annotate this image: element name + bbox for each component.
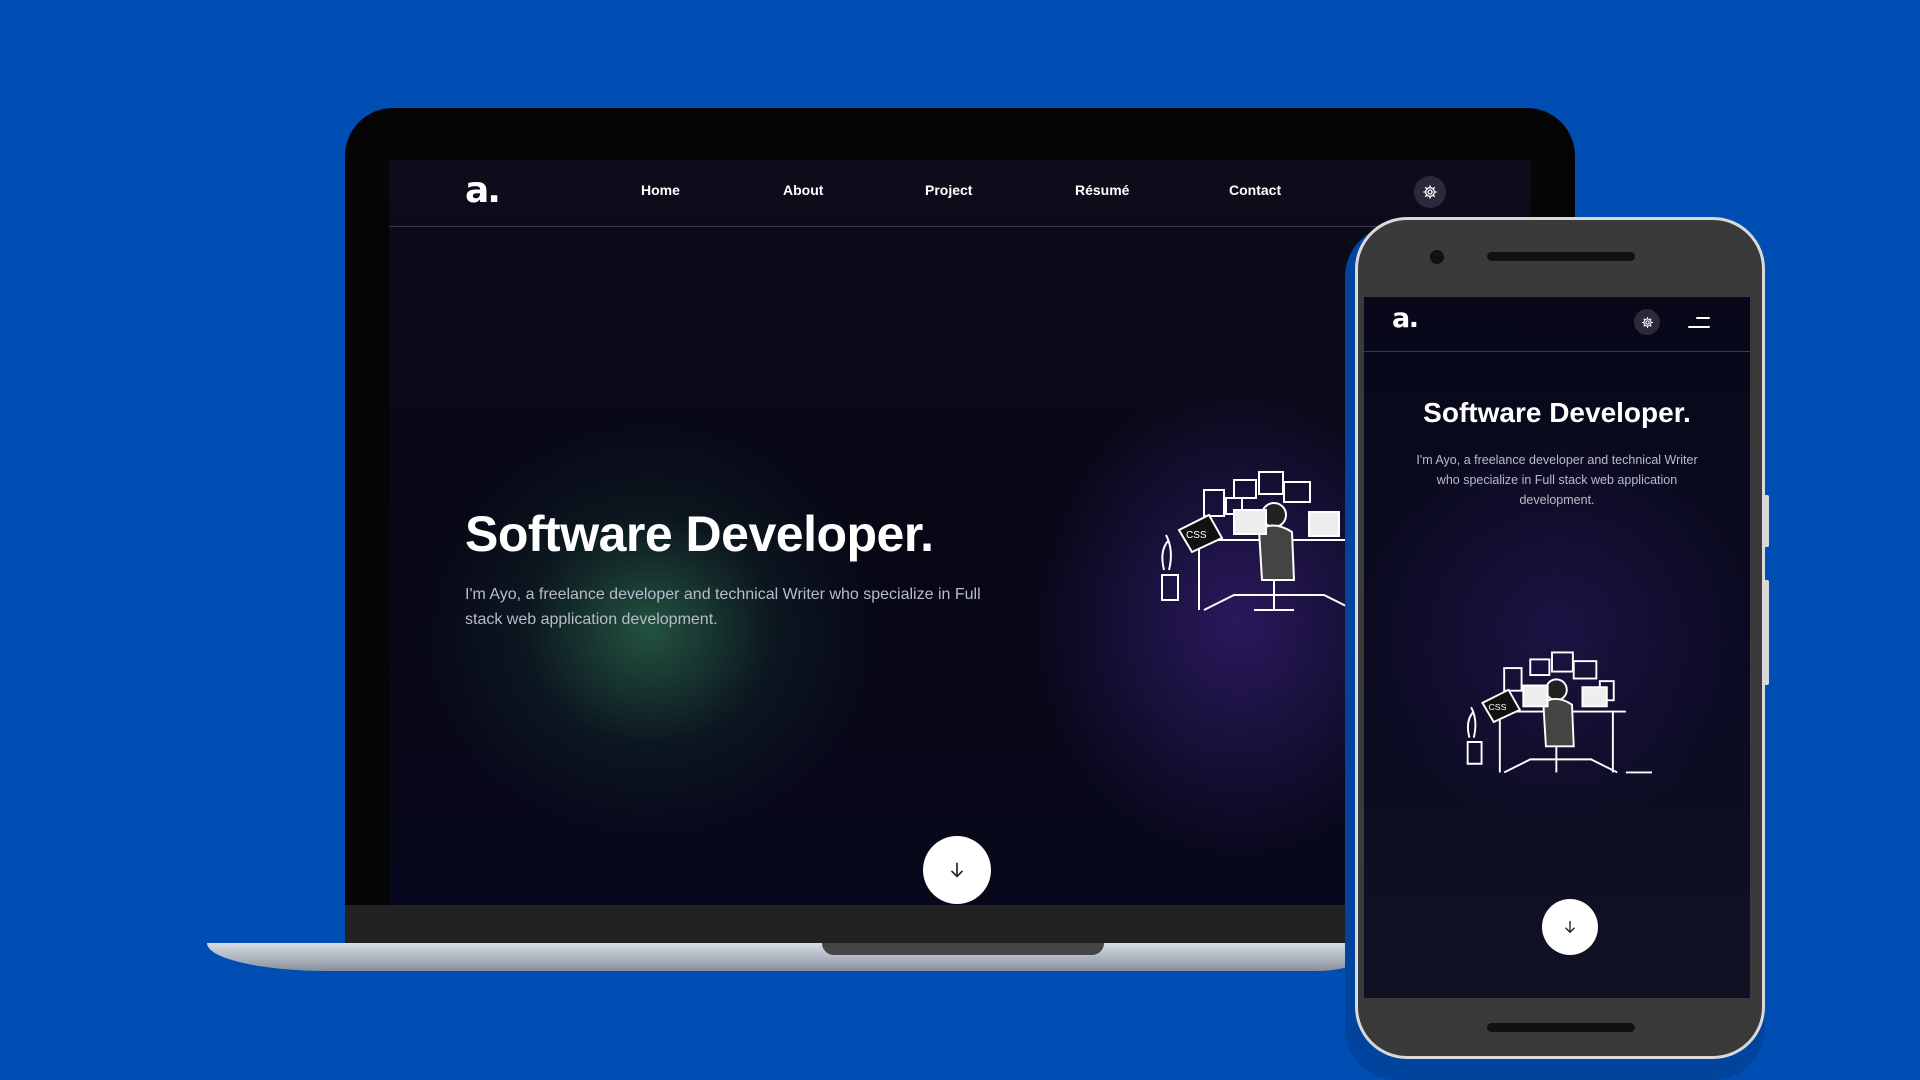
svg-text:CSS: CSS xyxy=(1489,702,1507,712)
arrow-down-icon xyxy=(1565,921,1575,934)
brand-logo[interactable]: a. xyxy=(465,170,501,211)
laptop-base xyxy=(207,943,1377,971)
gear-icon xyxy=(1423,185,1437,199)
phone-side-button xyxy=(1763,495,1769,547)
hero-description: I'm Ayo, a freelance developer and techn… xyxy=(465,586,981,628)
phone-camera xyxy=(1430,250,1444,264)
phone-home-bar xyxy=(1487,1023,1635,1032)
scroll-down-button[interactable] xyxy=(1542,899,1598,955)
nav-link-home[interactable]: Home xyxy=(641,182,680,198)
nav-link-project[interactable]: Project xyxy=(925,182,972,198)
hero-title: Software Developer. xyxy=(465,506,934,562)
brand-logo[interactable]: a. xyxy=(1392,303,1419,334)
nav-link-contact[interactable]: Contact xyxy=(1229,182,1281,198)
developer-illustration: CSS xyxy=(1466,651,1652,774)
desktop-navbar: a. Home About Project Résumé Contact xyxy=(389,160,1531,227)
laptop-notch xyxy=(822,943,1104,955)
phone-volume-button xyxy=(1763,580,1769,685)
hamburger-menu-icon[interactable] xyxy=(1686,314,1710,332)
hero-description: I'm Ayo, a freelance developer and techn… xyxy=(1416,453,1698,507)
settings-button[interactable] xyxy=(1634,309,1660,335)
scroll-down-button[interactable] xyxy=(923,836,991,904)
arrow-down-icon xyxy=(950,862,964,878)
gear-icon xyxy=(1641,316,1653,328)
hero-title: Software Developer. xyxy=(1423,397,1691,428)
phone-speaker xyxy=(1487,252,1635,261)
mobile-navbar: a. xyxy=(1364,297,1750,352)
developer-illustration: CSS xyxy=(1161,471,1374,611)
phone-screen: a. Software Developer. I'm Ayo, a freela… xyxy=(1364,297,1750,998)
nav-link-resume[interactable]: Résumé xyxy=(1075,182,1129,198)
nav-link-about[interactable]: About xyxy=(783,182,823,198)
settings-button[interactable] xyxy=(1414,176,1446,208)
svg-text:CSS: CSS xyxy=(1186,530,1207,541)
